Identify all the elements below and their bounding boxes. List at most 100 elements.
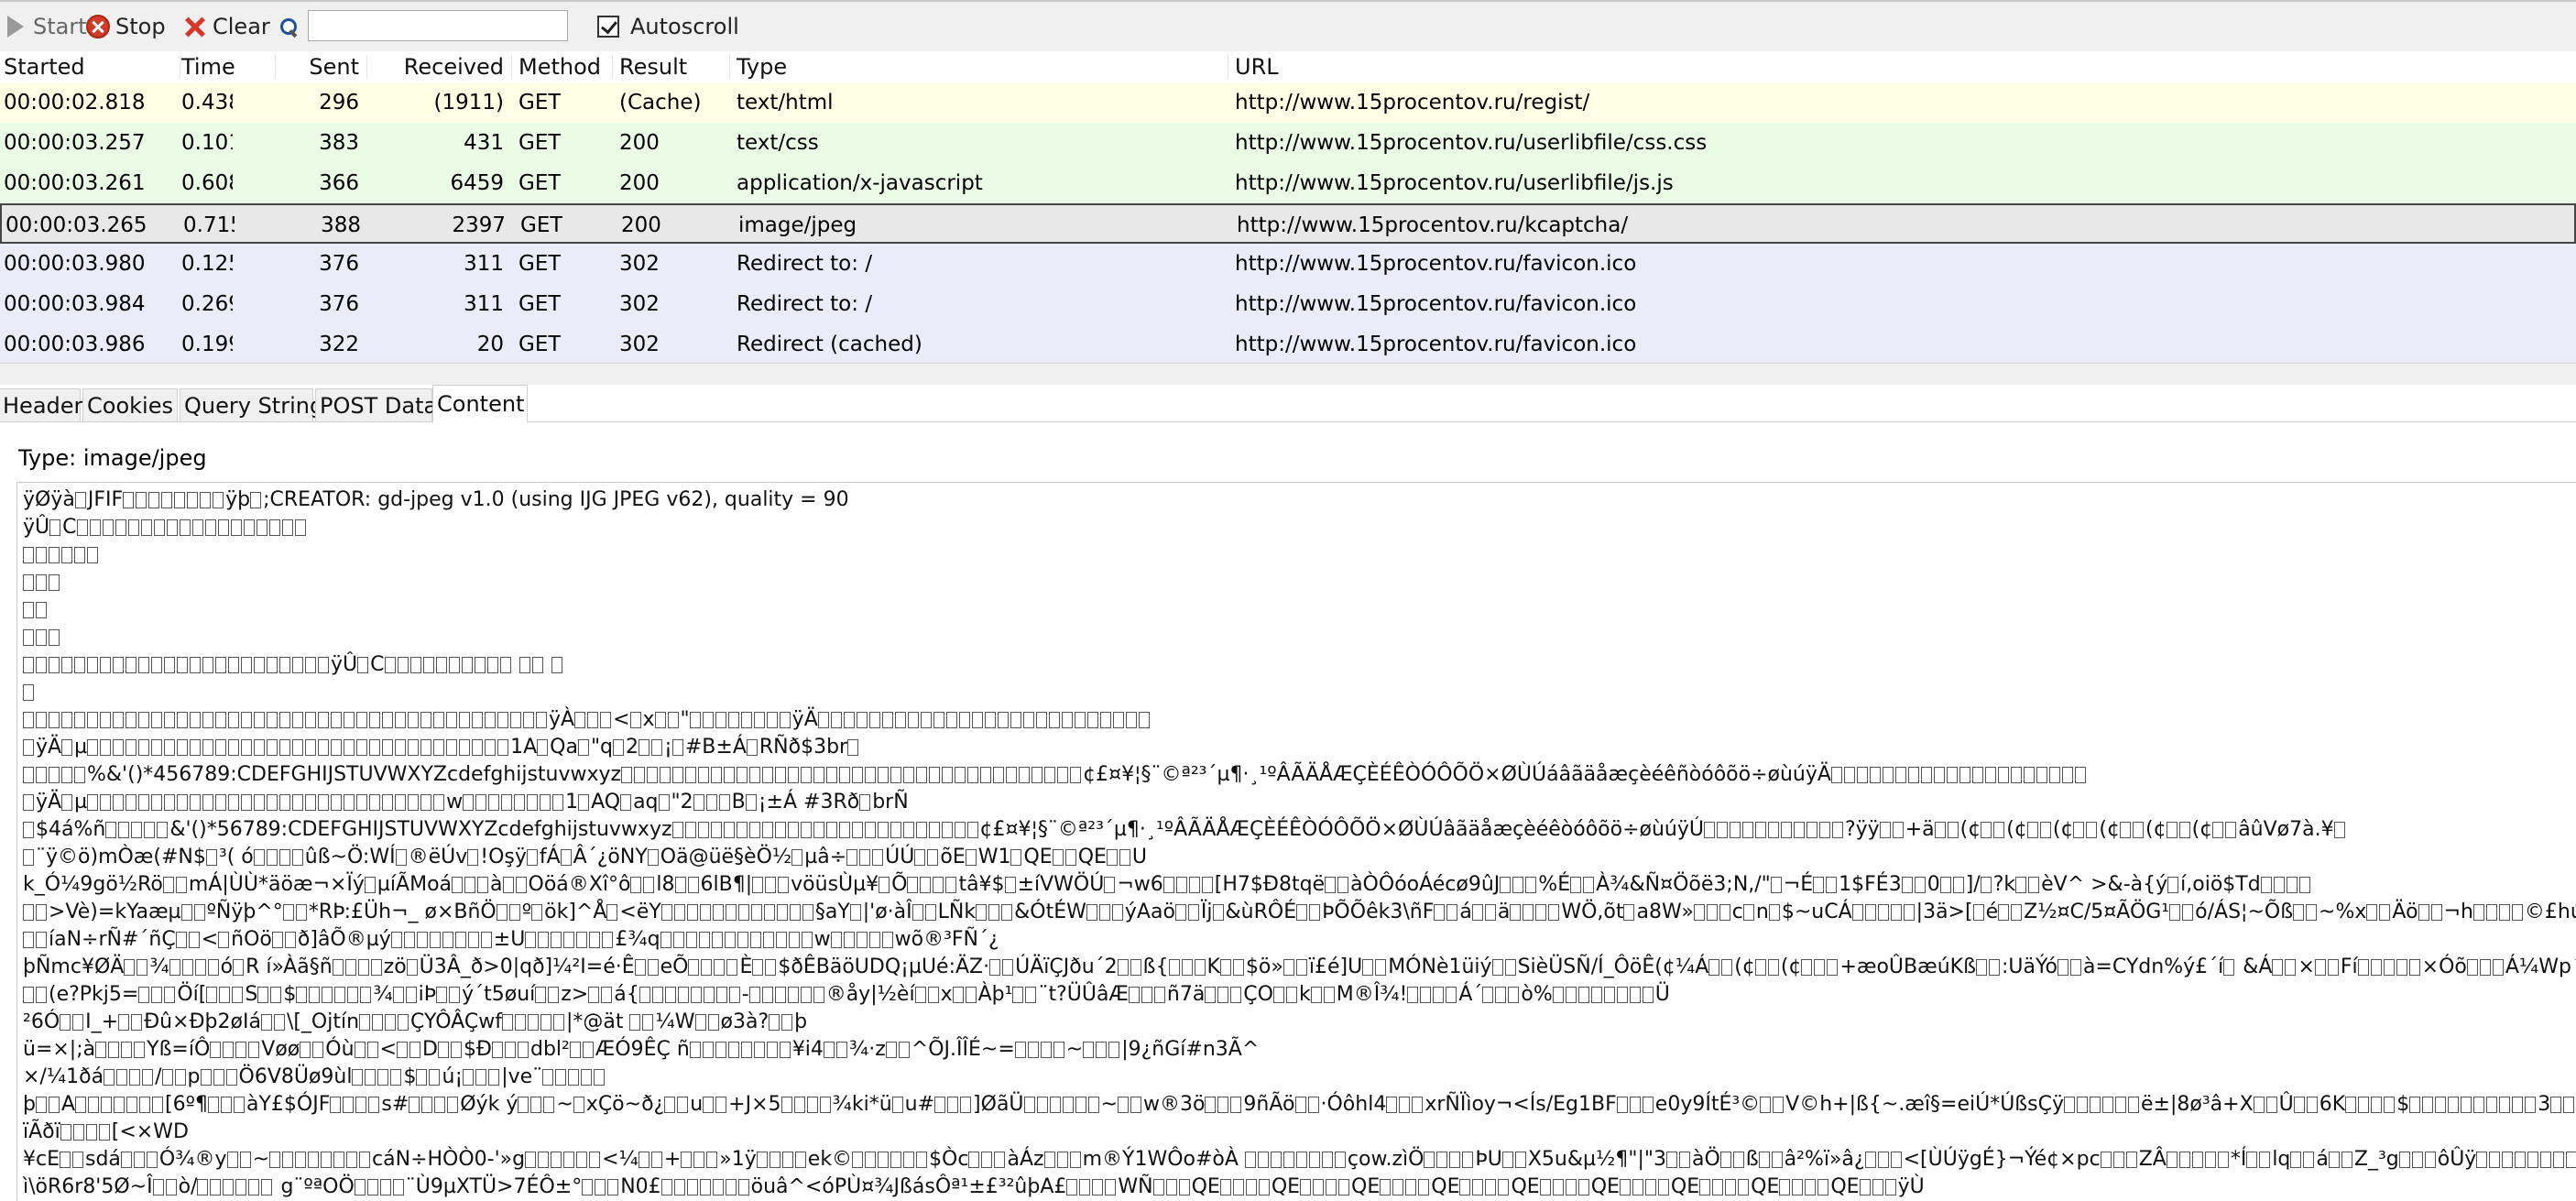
control-char-box	[2358, 1097, 2370, 1113]
control-char-box	[1603, 987, 1615, 1003]
control-char-box	[190, 739, 202, 756]
control-char-box	[715, 1042, 726, 1058]
control-char-box	[843, 712, 855, 728]
control-char-box	[233, 1097, 245, 1113]
control-char-box	[382, 794, 394, 811]
panel-splitter[interactable]	[0, 363, 2576, 386]
control-char-box	[761, 822, 773, 838]
control-char-box	[538, 1152, 550, 1168]
control-char-box	[217, 519, 229, 536]
control-char-box	[794, 1152, 806, 1168]
control-char-box	[915, 822, 927, 838]
control-char-box	[422, 657, 434, 673]
control-char-box	[1138, 712, 1150, 728]
control-char-box	[781, 1152, 793, 1168]
table-row[interactable]: 00:00:03.986 0.199 322 20 GET 302 Redire…	[0, 324, 2576, 363]
control-char-box	[1399, 1097, 1411, 1113]
control-char-box	[813, 987, 824, 1003]
control-char-box	[254, 712, 265, 728]
column-header-result[interactable]: Result	[619, 51, 687, 82]
control-char-box	[1501, 1152, 1513, 1168]
column-header-received[interactable]: Received	[368, 51, 504, 82]
start-button[interactable]: Start	[4, 11, 87, 42]
column-header-started[interactable]: Started	[4, 51, 85, 82]
stop-button[interactable]: Stop	[86, 11, 166, 42]
control-char-box	[113, 657, 124, 673]
control-char-box	[452, 877, 464, 893]
control-char-box	[1570, 877, 1582, 893]
cell-received: 431	[464, 131, 504, 155]
control-char-box	[1975, 959, 1987, 976]
tabs-bottom-border	[0, 421, 2576, 422]
control-char-box	[61, 794, 73, 811]
control-char-box	[1031, 767, 1043, 783]
control-char-box	[384, 657, 396, 673]
control-char-box	[334, 987, 346, 1003]
control-char-box	[2223, 959, 2235, 976]
control-char-box	[151, 657, 162, 673]
content-line: þ A [6º¶ àY£$ÓJF s# Øýk ý ~ xÇö~ð¿ u +J×5 ¾ki*ü u#]…	[23, 1091, 2576, 1119]
control-char-box	[724, 767, 736, 783]
table-row[interactable]: 00:00:03.980 0.125 376 311 GET 302 Redir…	[0, 244, 2576, 284]
control-char-box	[1512, 877, 1524, 893]
control-char-box	[1619, 1179, 1631, 1196]
column-header-method[interactable]: Method	[518, 51, 601, 82]
content-viewer[interactable]: ÿØÿà JFIF ÿþ ;CREATOR: gd-jpeg v1.0 (using …	[16, 482, 2576, 1201]
table-row[interactable]: 00:00:03.984 0.269 376 311 GET 302 Redir…	[0, 284, 2576, 324]
control-char-box	[1792, 1179, 1804, 1196]
control-char-box	[346, 1152, 358, 1168]
control-char-box	[1006, 767, 1018, 783]
column-header-time[interactable]: Time	[181, 51, 235, 82]
control-char-box	[164, 987, 176, 1003]
table-row[interactable]: 00:00:03.265 0.715 388 2397 GET 200 imag…	[0, 203, 2576, 244]
control-char-box	[2061, 767, 2073, 783]
clear-button[interactable]: Clear	[183, 11, 270, 42]
tab-content[interactable]: Content	[432, 385, 528, 422]
control-char-box	[1074, 712, 1086, 728]
table-row[interactable]: 00:00:03.257 0.101 383 431 GET 200 text/…	[0, 123, 2576, 163]
control-char-box	[928, 822, 940, 838]
control-char-box	[1087, 1097, 1099, 1113]
control-char-box	[190, 794, 202, 811]
control-char-box	[525, 932, 537, 948]
control-char-box	[2341, 1152, 2352, 1168]
control-char-box	[175, 877, 187, 893]
control-char-box	[677, 1097, 689, 1113]
control-char-box	[2563, 1097, 2575, 1113]
column-header-type[interactable]: Type	[737, 51, 787, 82]
control-char-box	[1939, 877, 1951, 893]
tab-headers[interactable]: Headers	[0, 388, 94, 421]
control-char-box	[138, 739, 150, 756]
control-char-box	[1814, 959, 1826, 976]
control-char-box	[266, 849, 278, 866]
control-char-box	[789, 904, 801, 921]
control-char-box	[89, 519, 101, 536]
column-header-url[interactable]: URL	[1235, 51, 1279, 82]
content-line: (e?Pkj5= Öí[S $ ¾ iÞ ý´t5øuí z> á{- ®åy|½èí x Àþ¹ ¨…	[23, 981, 2576, 1009]
control-char-box	[61, 767, 72, 783]
control-char-box	[702, 1042, 714, 1058]
tab-query-string[interactable]: Query String	[180, 388, 323, 421]
control-char-box	[61, 657, 72, 673]
autoscroll-check-icon[interactable]	[597, 16, 619, 38]
table-row[interactable]: 00:00:02.818 0.438 296 (1911) GET (Cache…	[0, 82, 2576, 123]
control-char-box	[1099, 712, 1111, 728]
control-char-box	[551, 1152, 562, 1168]
control-char-box	[449, 987, 461, 1003]
table-row[interactable]: 00:00:03.261 0.608 366 6459 GET 200 appl…	[0, 163, 2576, 203]
autoscroll-checkbox[interactable]: Autoscroll	[597, 11, 739, 42]
control-char-box	[1112, 712, 1124, 728]
control-char-box	[49, 712, 60, 728]
control-char-box	[1498, 1179, 1510, 1196]
control-char-box	[36, 657, 47, 673]
control-char-box	[548, 987, 560, 1003]
control-char-box	[36, 712, 47, 728]
search-input[interactable]	[308, 10, 568, 41]
control-char-box	[711, 767, 723, 783]
control-char-box	[235, 1042, 247, 1058]
control-char-box	[126, 657, 136, 673]
control-char-box	[1141, 987, 1152, 1003]
tab-post-data[interactable]: POST Data	[315, 388, 437, 421]
column-header-sent[interactable]: Sent	[277, 51, 359, 82]
tab-cookies[interactable]: Cookies	[82, 388, 178, 421]
